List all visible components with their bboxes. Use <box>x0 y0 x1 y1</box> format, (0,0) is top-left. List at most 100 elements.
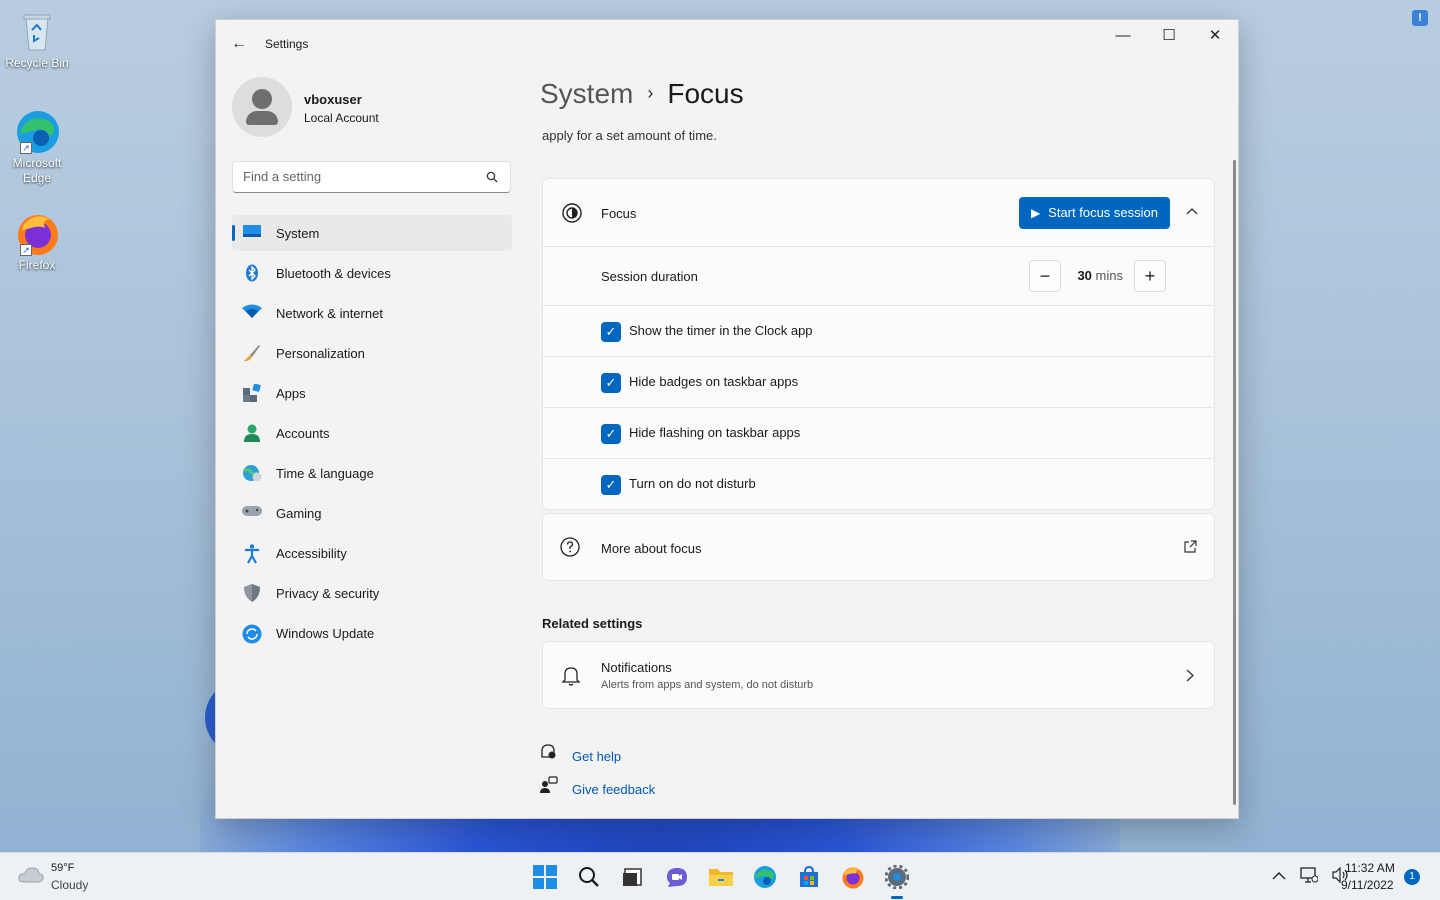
system-tray <box>1272 866 1350 886</box>
give-feedback-link[interactable]: Give feedback <box>540 776 655 797</box>
globe-clock-icon <box>242 464 262 482</box>
checkbox-show-timer[interactable]: ✓ <box>601 322 621 342</box>
weather-condition[interactable]: Cloudy <box>51 878 88 892</box>
sidebar-item-label: Accessibility <box>276 546 347 561</box>
brush-icon <box>242 344 262 362</box>
sidebar-item-label: Network & internet <box>276 306 383 321</box>
notifications-card[interactable]: Notifications Alerts from apps and syste… <box>542 641 1215 709</box>
network-icon[interactable] <box>1300 867 1319 886</box>
weather-temperature[interactable]: 59°F <box>51 862 74 874</box>
maximize-button[interactable]: ☐ <box>1146 20 1192 52</box>
desktop-icon-edge[interactable]: ↗ Microsoft Edge <box>4 108 70 186</box>
apps-icon <box>242 383 262 402</box>
sidebar-item-label: Time & language <box>276 466 374 481</box>
option-row[interactable]: ✓ Hide badges on taskbar apps <box>543 357 1214 408</box>
accessibility-icon <box>242 544 262 564</box>
store-button[interactable] <box>787 859 831 895</box>
taskbar: 59°F Cloudy 11:32 AM 9/11/2022 1 <box>0 852 1440 900</box>
checkbox-hide-badges[interactable]: ✓ <box>601 373 621 393</box>
file-explorer-button[interactable] <box>699 859 743 895</box>
sidebar-item-apps[interactable]: Apps <box>232 375 512 411</box>
option-label: Hide flashing on taskbar apps <box>629 425 801 440</box>
breadcrumb-parent[interactable]: System <box>540 78 633 109</box>
desktop-icon-recycle-bin[interactable]: Recycle Bin <box>4 8 70 71</box>
sidebar-item-label: Accounts <box>276 426 330 441</box>
avatar[interactable] <box>232 77 292 137</box>
play-icon: ▶ <box>1030 206 1041 220</box>
account-type: Local Account <box>304 111 379 125</box>
back-button[interactable]: ← <box>226 32 252 56</box>
clock-time[interactable]: 11:32 AM <box>1345 861 1395 875</box>
start-button[interactable] <box>523 859 567 895</box>
taskbar-apps <box>523 859 919 899</box>
clock-date[interactable]: 9/11/2022 <box>1341 878 1394 892</box>
breadcrumb: System › Focus <box>540 78 744 110</box>
avatar-body <box>246 111 278 125</box>
increase-duration-button[interactable]: + <box>1134 260 1166 292</box>
feedback-hub-icon[interactable]: ! <box>1412 10 1428 26</box>
shortcut-arrow-icon: ↗ <box>20 244 32 256</box>
search-box[interactable] <box>232 161 511 193</box>
option-row[interactable]: ✓ Turn on do not disturb <box>543 459 1214 509</box>
chevron-right-icon <box>1186 669 1194 687</box>
close-button[interactable]: ✕ <box>1192 20 1238 52</box>
sidebar-item-time-language[interactable]: Time & language <box>232 455 512 491</box>
start-focus-session-button[interactable]: ▶ Start focus session <box>1018 197 1170 229</box>
task-view-button[interactable] <box>611 859 655 895</box>
option-row[interactable]: ✓ Hide flashing on taskbar apps <box>543 408 1214 459</box>
duration-unit: mins <box>1095 268 1123 283</box>
scrollbar[interactable] <box>1233 160 1236 805</box>
update-icon <box>242 624 262 644</box>
focus-title: Focus <box>601 206 637 221</box>
more-about-focus-card[interactable]: More about focus <box>542 513 1215 581</box>
duration-value: 30 mins <box>1077 268 1123 283</box>
option-label: Turn on do not disturb <box>629 476 756 491</box>
sidebar-item-label: Gaming <box>276 506 322 521</box>
sidebar-item-windows-update[interactable]: Windows Update <box>232 615 512 651</box>
settings-taskbar-button[interactable] <box>875 859 919 899</box>
firefox-icon: ↗ <box>14 210 60 256</box>
search-input[interactable] <box>243 169 473 184</box>
chat-button[interactable] <box>655 859 699 895</box>
search-icon[interactable] <box>486 171 498 186</box>
sidebar-item-personalization[interactable]: Personalization <box>232 335 512 371</box>
firefox-taskbar-button[interactable] <box>831 859 875 895</box>
chevron-up-icon[interactable] <box>1186 203 1198 218</box>
cloud-icon[interactable] <box>18 866 44 890</box>
sidebar-item-privacy[interactable]: Privacy & security <box>232 575 512 611</box>
focus-header-row[interactable]: Focus ▶ Start focus session <box>543 179 1214 247</box>
user-name: vboxuser <box>304 92 362 107</box>
sidebar-item-accounts[interactable]: Accounts <box>232 415 512 451</box>
notification-badge[interactable]: 1 <box>1404 869 1420 885</box>
get-help-link[interactable]: Get help <box>540 743 621 764</box>
shield-icon <box>242 584 262 602</box>
decrease-duration-button[interactable]: − <box>1029 260 1061 292</box>
duration-number: 30 <box>1077 268 1092 283</box>
sidebar-item-system[interactable]: System <box>232 215 512 251</box>
checkbox-hide-flashing[interactable]: ✓ <box>601 424 621 444</box>
desktop-icon-firefox[interactable]: ↗ Firefox <box>4 210 70 273</box>
monitor-icon <box>242 224 262 242</box>
option-row[interactable]: ✓ Show the timer in the Clock app <box>543 306 1214 357</box>
focus-icon <box>560 202 584 229</box>
sidebar-item-gaming[interactable]: Gaming <box>232 495 512 531</box>
show-hidden-icons-chevron-icon[interactable] <box>1272 867 1286 886</box>
search-taskbar-button[interactable] <box>567 859 611 895</box>
related-settings-heading: Related settings <box>542 616 643 631</box>
edge-taskbar-button[interactable] <box>743 859 787 895</box>
sidebar-item-network[interactable]: Network & internet <box>232 295 512 331</box>
bluetooth-icon <box>242 264 262 282</box>
minimize-button[interactable]: — <box>1100 20 1146 52</box>
give-feedback-label: Give feedback <box>572 782 656 797</box>
sidebar-item-bluetooth[interactable]: Bluetooth & devices <box>232 255 512 291</box>
page-title: Focus <box>667 78 744 109</box>
sidebar-item-accessibility[interactable]: Accessibility <box>232 535 512 571</box>
sidebar-item-label: System <box>276 226 320 241</box>
checkbox-do-not-disturb[interactable]: ✓ <box>601 475 621 495</box>
sidebar-item-label: Bluetooth & devices <box>276 266 391 281</box>
notifications-title: Notifications <box>601 660 672 675</box>
sidebar-item-label: Privacy & security <box>276 586 380 601</box>
sidebar-item-label: Windows Update <box>276 626 375 641</box>
external-link-icon <box>1183 540 1197 559</box>
desktop-icon-label: Recycle Bin <box>5 56 69 70</box>
